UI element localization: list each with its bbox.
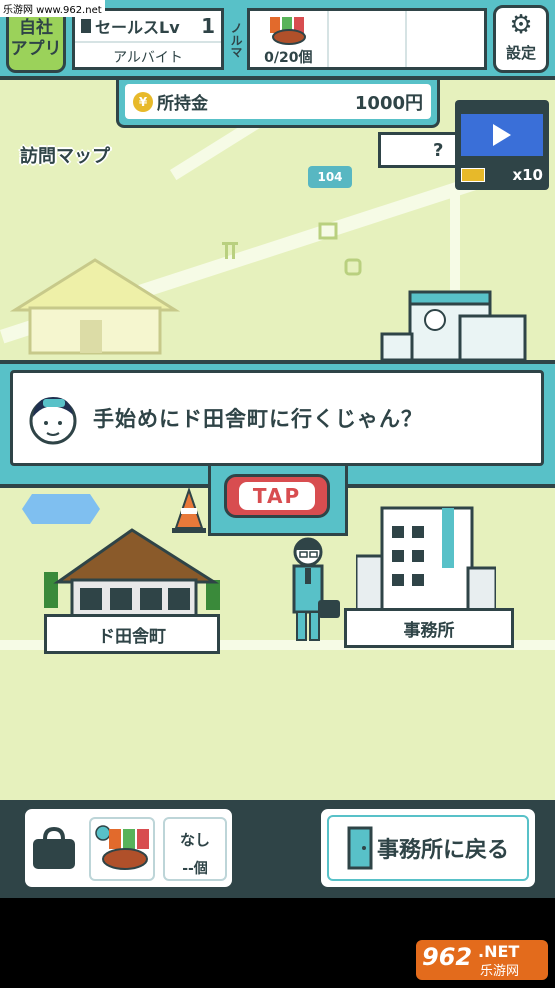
item-count: --個 [182,861,208,877]
video-reward-button[interactable]: x10 [455,100,549,190]
game-screen: 104 自社 アプリ セールスLv 1 アルバイト ノルマ 0/20個 ⚙ 設定… [0,0,555,898]
post-icon [318,222,338,240]
return-to-office-button[interactable]: 事務所に戻る [318,806,538,890]
salesman-character[interactable] [288,536,342,646]
gear-icon: ⚙ [509,10,533,40]
boss-face-icon [29,397,77,445]
briefcase-icon [33,827,75,869]
countryside-house-icon [44,528,220,620]
quota-slot: 0/20個 [250,11,329,67]
tap-button[interactable]: TAP [224,474,330,518]
office-building-icon [380,290,527,360]
visit-map-title: 訪問マップ [20,146,110,167]
card-icon [81,19,91,33]
quota-label: ノルマ [229,22,243,58]
noodle-cup-icon [95,825,149,870]
watermark-site: 乐游网 [480,964,520,979]
sales-level-panel: セールスLv 1 アルバイト [72,8,224,70]
dialog-text: 手始めにド田舎町に行くじゃん？ [93,407,423,431]
place-sign-office[interactable]: 事務所 [344,608,514,648]
money-label: 所持金 [157,94,208,114]
door-icon [347,826,373,870]
quota-panel: 0/20個 [247,8,487,70]
ticket-count: x10 [512,166,543,184]
office-icon [356,506,496,610]
item-name: なし [179,831,210,849]
settings-label: 設定 [505,44,536,62]
play-icon [461,114,543,156]
return-label: 事務所に戻る [376,838,509,863]
place-sign-countryside[interactable]: ド田舎町 [44,614,220,654]
train-icon [344,258,362,276]
job-title: アルバイト [113,50,183,66]
item-slot[interactable] [89,817,155,881]
unknown-place-sign[interactable]: ? [378,132,460,168]
unknown-place-label: ? [433,139,444,161]
watermark-top: 乐游网 www.962.net [0,0,105,17]
quota-value: 0/20個 [264,50,313,66]
money-panel: ¥ 所持金 1000円 [116,80,440,128]
site-watermark-logo: 962 .NET 乐游网 [416,940,548,980]
yen-coin-icon: ¥ [133,91,153,112]
faded-house-icon [10,258,180,355]
pond-icon [22,494,100,524]
inventory-panel[interactable]: なし --個 [22,806,235,890]
route-sign: 104 [308,166,352,188]
dialog-box: 手始めにド田舎町に行くじゃん？ [10,370,544,466]
money-value: 1000円 [354,92,423,114]
watermark-suffix: .NET [478,942,520,961]
sales-lv-label: セールスLv [95,18,180,37]
place-label: 事務所 [403,620,455,641]
place-label: ド田舎町 [98,626,166,647]
quota-slot-empty [329,11,408,67]
settings-button[interactable]: ⚙ 設定 [493,5,549,73]
ticket-icon [461,168,485,182]
tap-label: TAP [238,482,316,510]
watermark-number: 962 [422,943,473,971]
sales-lv-value: 1 [201,14,215,38]
noodle-cup-icon [270,17,306,45]
item-count-slot: なし --個 [163,817,227,881]
quota-slot-empty [407,11,484,67]
shrine-icon [222,242,238,259]
